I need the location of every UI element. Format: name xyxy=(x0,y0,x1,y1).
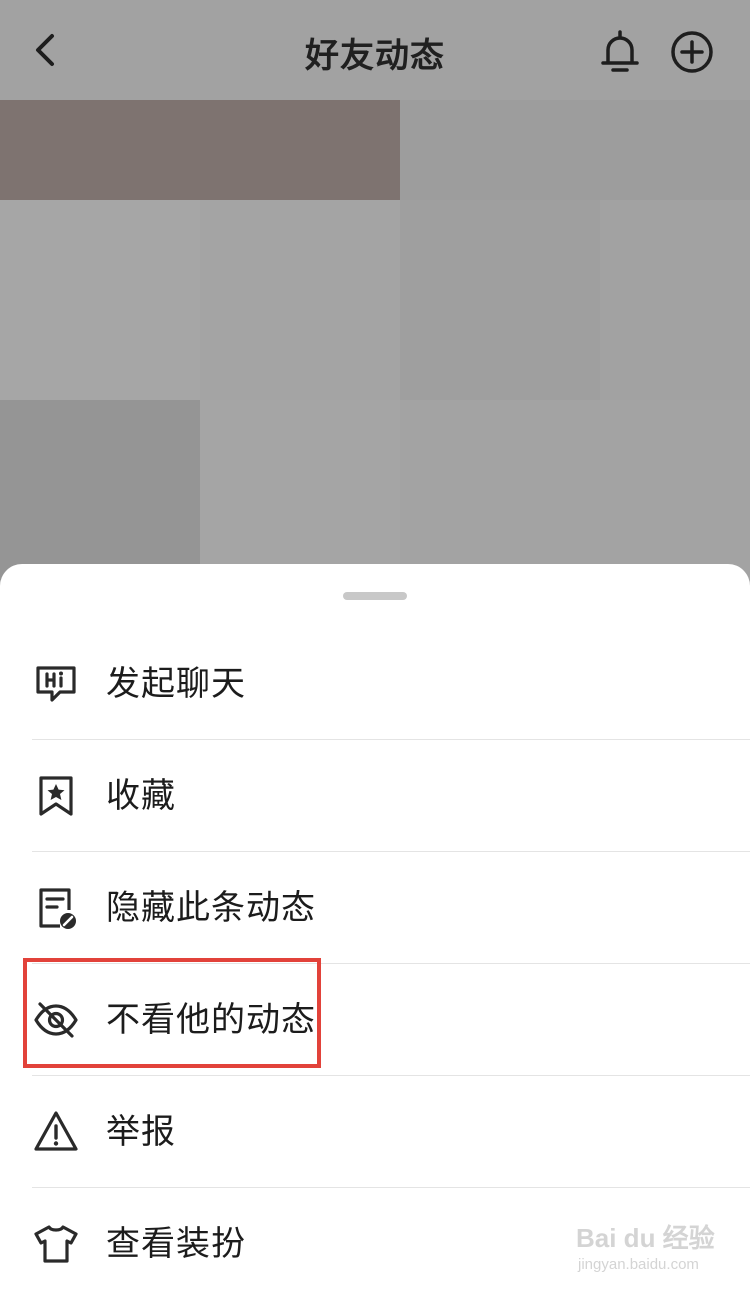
document-blocked-icon xyxy=(39,888,76,929)
menu-item-label: 举报 xyxy=(106,1112,176,1152)
menu-item-report[interactable]: 举报 xyxy=(0,1076,750,1188)
menu-item-start-chat[interactable]: 发起聊天 xyxy=(0,628,750,740)
feed-image-tile xyxy=(0,200,200,400)
menu-item-label: 收藏 xyxy=(106,776,176,816)
top-bar: 好友动态 xyxy=(0,0,750,100)
bookmark-star-icon xyxy=(39,776,73,816)
feed-image-tile xyxy=(400,200,600,400)
plus-circle-icon xyxy=(671,31,713,73)
tshirt-icon xyxy=(34,1225,78,1263)
feed-image-tile xyxy=(600,200,750,400)
feed-image-tile xyxy=(200,200,400,400)
app-screen: 好友动态 发起聊天 收藏 隐藏此条动态 不看他的动态 举报 查看装扮 Bai d… xyxy=(0,0,750,1300)
feed-background xyxy=(0,92,750,580)
warning-triangle-icon xyxy=(34,1111,78,1151)
add-post-button[interactable] xyxy=(668,28,716,76)
feed-image-tile xyxy=(0,92,400,200)
menu-item-label: 隐藏此条动态 xyxy=(106,888,316,928)
menu-item-favorite[interactable]: 收藏 xyxy=(0,740,750,852)
action-sheet: 发起聊天 收藏 隐藏此条动态 不看他的动态 举报 查看装扮 xyxy=(0,564,750,1300)
watermark-text: Bai du 经验 xyxy=(576,1223,715,1253)
feed-image-tile xyxy=(400,92,750,200)
highlight-annotation xyxy=(23,958,321,1068)
menu-item-label: 发起聊天 xyxy=(106,664,246,704)
menu-item-label: 查看装扮 xyxy=(106,1224,246,1264)
feed-image-tile xyxy=(200,400,400,580)
bell-icon xyxy=(601,30,639,72)
menu-item-hide-post[interactable]: 隐藏此条动态 xyxy=(0,852,750,964)
feed-image-tile xyxy=(400,400,750,580)
sheet-drag-handle[interactable] xyxy=(343,592,407,600)
feed-image-tile xyxy=(0,400,200,580)
chat-hi-icon xyxy=(36,666,76,702)
notifications-button[interactable] xyxy=(598,28,642,76)
baidu-watermark: Bai du 经验 jingyan.baidu.com xyxy=(560,1218,740,1288)
watermark-url: jingyan.baidu.com xyxy=(578,1256,699,1273)
